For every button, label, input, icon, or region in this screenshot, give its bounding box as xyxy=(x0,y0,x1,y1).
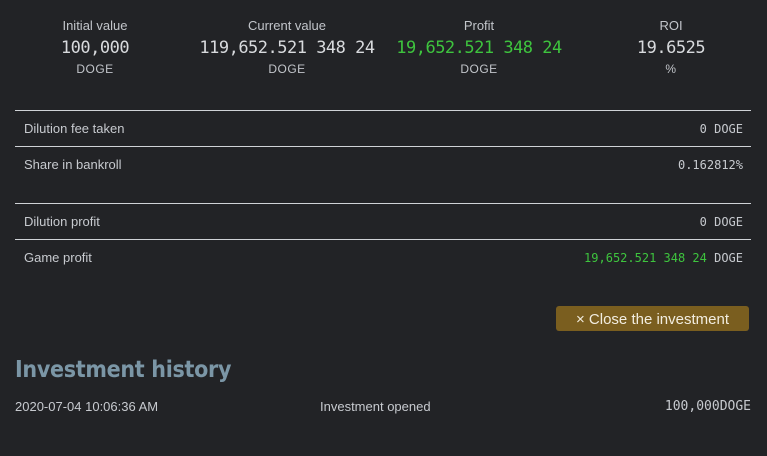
game-profit-amount: 19,652.521 348 24 xyxy=(584,251,707,265)
stat-label: Current value xyxy=(247,18,327,33)
investment-history-title: Investment history xyxy=(15,357,232,383)
stat-current-value: Current value 119,652.521 348 24 DOGE xyxy=(192,18,382,76)
row-value: 0 DOGE xyxy=(699,122,743,136)
stat-unit: % xyxy=(665,62,677,76)
stat-value: 19.6525 xyxy=(636,38,706,58)
stat-value: 119,652.521 348 24 xyxy=(199,38,375,58)
stat-label: Profit xyxy=(463,18,495,33)
row-dilution-profit: Dilution profit 0 DOGE xyxy=(15,203,751,239)
stat-roi: ROI 19.6525 % xyxy=(576,18,766,76)
stat-unit: DOGE xyxy=(268,62,306,76)
stat-profit: Profit 19,652.521 348 24 DOGE xyxy=(384,18,574,76)
row-value: 19,652.521 348 24 DOGE xyxy=(584,251,743,265)
history-amount: 100,000DOGE xyxy=(664,399,751,414)
stat-value: 19,652.521 348 24 xyxy=(396,38,562,58)
history-date: 2020-07-04 10:06:36 AM xyxy=(15,399,159,414)
row-label: Share in bankroll xyxy=(24,157,122,172)
stat-initial-value: Initial value 100,000 DOGE xyxy=(0,18,190,76)
row-label: Game profit xyxy=(24,250,92,265)
row-dilution-fee: Dilution fee taken 0 DOGE xyxy=(15,110,751,146)
close-investment-button[interactable]: × Close the investment xyxy=(556,306,749,331)
row-label: Dilution profit xyxy=(24,214,100,229)
stat-label: ROI xyxy=(659,18,683,33)
stat-value: 100,000 xyxy=(60,38,130,58)
row-value: 0.162812% xyxy=(677,158,743,172)
row-value: 0 DOGE xyxy=(699,215,743,229)
stat-label: Initial value xyxy=(62,18,128,33)
game-profit-unit: DOGE xyxy=(706,251,743,265)
row-game-profit: Game profit 19,652.521 348 24 DOGE xyxy=(15,239,751,275)
row-share-in-bankroll: Share in bankroll 0.162812% xyxy=(15,146,751,203)
investment-stats: Initial value 100,000 DOGE Current value… xyxy=(0,0,767,100)
stat-unit: DOGE xyxy=(460,62,498,76)
investment-details-table: Dilution fee taken 0 DOGE Share in bankr… xyxy=(15,110,751,275)
stat-unit: DOGE xyxy=(76,62,114,76)
row-label: Dilution fee taken xyxy=(24,121,125,136)
history-event: Investment opened xyxy=(320,399,431,414)
